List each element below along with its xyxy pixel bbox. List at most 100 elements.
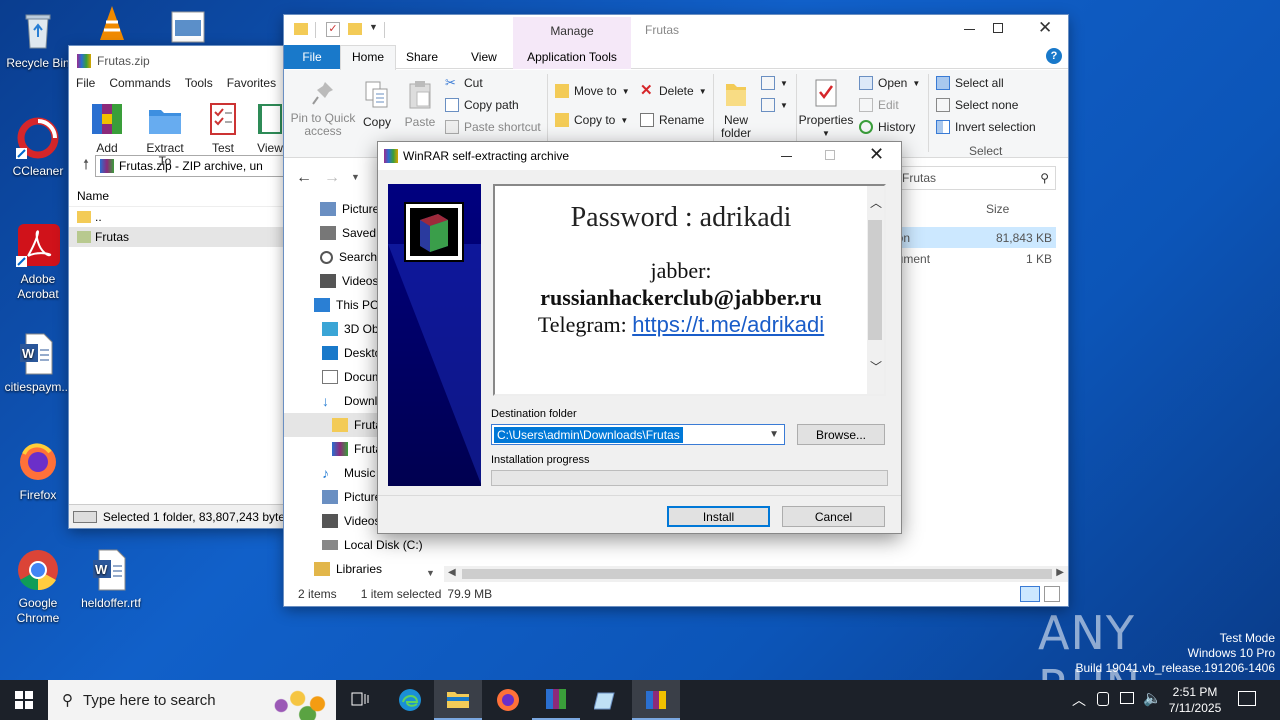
scroll-right-icon[interactable]: ▶	[1056, 567, 1064, 578]
properties-button[interactable]: Properties ▼	[798, 78, 854, 140]
winrar-titlebar[interactable]: Frutas.zip	[69, 46, 285, 76]
menu-file[interactable]: File	[76, 76, 95, 94]
desktop-icon-recycle-bin[interactable]: Recycle Bin	[0, 8, 76, 71]
forward-arrow-icon[interactable]: →	[324, 169, 340, 187]
nav-item-local-disk[interactable]: Local Disk (C:)	[322, 533, 423, 557]
taskbar-search[interactable]: ⚲ Type here to search	[48, 680, 336, 720]
add-button[interactable]: Add	[89, 102, 125, 155]
paste-button[interactable]: Paste	[403, 80, 437, 129]
menu-tools[interactable]: Tools	[185, 76, 213, 94]
large-icons-view-icon[interactable]	[1044, 586, 1060, 602]
cut-button[interactable]: ✂ Cut	[445, 76, 483, 91]
taskbar-winrar[interactable]	[532, 680, 580, 720]
test-button[interactable]: Test	[205, 102, 241, 155]
pin-quick-access-button[interactable]: Pin to Quick access	[290, 80, 356, 138]
start-button[interactable]	[0, 680, 48, 720]
desktop-icon-vlc[interactable]	[74, 2, 150, 50]
nav-item-pictures[interactable]: Pictures	[320, 197, 385, 221]
select-none-button[interactable]: Select none	[936, 98, 1018, 112]
new-folder-quick-icon[interactable]	[348, 23, 362, 35]
task-view-button[interactable]	[336, 680, 384, 720]
menu-commands[interactable]: Commands	[109, 76, 170, 94]
paste-shortcut-button[interactable]: Paste shortcut	[445, 120, 541, 134]
scroll-thumb[interactable]	[868, 220, 882, 340]
tab-application-tools[interactable]: Application Tools	[513, 45, 631, 69]
close-icon[interactable]: ✕	[869, 144, 884, 165]
desktop-icon-citiespaym[interactable]: W citiespaym...	[0, 332, 76, 395]
chevron-down-icon[interactable]: ▼	[426, 568, 435, 578]
copy-button[interactable]: Copy	[362, 80, 392, 129]
copy-path-button[interactable]: Copy path	[445, 98, 519, 112]
table-row[interactable]: ocument 1 KB	[884, 248, 1056, 269]
install-button[interactable]: Install	[667, 506, 770, 527]
easy-access-button[interactable]: ▼	[761, 98, 788, 112]
nav-item-videos-pc[interactable]: Videos	[322, 509, 380, 533]
desktop-icon-firefox[interactable]: Firefox	[0, 440, 76, 503]
comment-scrollbar[interactable]: ︿ ﹀	[867, 186, 884, 394]
table-row[interactable]: ..	[69, 207, 285, 227]
nav-item-libraries[interactable]: Libraries	[314, 557, 382, 581]
table-row[interactable]: Frutas	[69, 227, 285, 247]
select-all-button[interactable]: Select all	[936, 76, 1004, 90]
device-icon[interactable]	[1097, 692, 1109, 706]
details-view-icon[interactable]	[1020, 586, 1040, 602]
chevron-down-icon[interactable]: ▼	[351, 172, 360, 182]
search-box[interactable]: Frutas ⚲	[896, 166, 1056, 190]
scroll-left-icon[interactable]: ◀	[448, 567, 456, 578]
up-arrow-icon[interactable]: 🠕	[83, 154, 89, 178]
help-icon[interactable]: ?	[1046, 48, 1062, 64]
rename-button[interactable]: Rename	[640, 113, 704, 127]
history-button[interactable]: History	[859, 120, 915, 134]
clock[interactable]: 2:51 PM 7/11/2025	[1163, 684, 1227, 716]
open-button[interactable]: Open ▼	[859, 76, 920, 90]
nav-item-videos[interactable]: Videos	[320, 269, 378, 293]
volume-icon[interactable]: 🔈	[1143, 689, 1162, 707]
taskbar-edge[interactable]	[386, 680, 434, 720]
tab-view[interactable]: View	[471, 50, 497, 64]
chevron-down-icon[interactable]: ▼	[769, 429, 779, 440]
invert-selection-button[interactable]: Invert selection	[936, 120, 1036, 134]
extract-to-button[interactable]: Extract To	[139, 102, 191, 168]
desktop-icon-acrobat[interactable]: Adobe Acrobat	[0, 224, 76, 302]
copy-to-button[interactable]: Copy to ▼	[555, 113, 628, 127]
edit-button[interactable]: Edit	[859, 98, 899, 112]
browse-button[interactable]: Browse...	[797, 424, 885, 445]
nav-item-saved[interactable]: Saved	[320, 221, 376, 245]
size-column-header[interactable]: Size	[986, 202, 1009, 216]
minimize-icon[interactable]	[781, 156, 792, 157]
scroll-up-icon[interactable]: ︿	[870, 194, 882, 211]
new-folder-button[interactable]: New folder	[718, 78, 754, 140]
delete-button[interactable]: ✕ Delete ▼	[640, 83, 707, 98]
taskbar-notepad[interactable]	[582, 680, 630, 720]
explorer-titlebar[interactable]: ✓ ▼ Manage Frutas ✕	[284, 15, 1068, 45]
nav-item-music[interactable]: ♪ Music	[322, 461, 375, 485]
taskbar-firefox[interactable]	[484, 680, 532, 720]
notifications-icon[interactable]	[1238, 691, 1256, 706]
chevron-down-icon[interactable]: ▼	[369, 22, 378, 32]
scroll-thumb[interactable]	[462, 569, 1052, 579]
properties-quick-icon[interactable]: ✓	[326, 22, 340, 37]
horizontal-scrollbar[interactable]: ◀ ▶	[444, 566, 1068, 582]
nav-item-searches[interactable]: Search	[320, 245, 377, 269]
desktop-icon-ccleaner[interactable]: CCleaner	[0, 116, 76, 179]
taskbar-sfx[interactable]	[632, 680, 680, 720]
maximize-icon[interactable]	[993, 23, 1003, 33]
back-arrow-icon[interactable]: ←	[296, 169, 312, 187]
view-button[interactable]: View	[253, 102, 287, 155]
menu-favorites[interactable]: Favorites	[227, 76, 276, 94]
telegram-link[interactable]: https://t.me/adrikadi	[632, 312, 824, 337]
taskbar-file-explorer[interactable]	[434, 680, 482, 720]
show-hidden-icons-icon[interactable]: ︿	[1072, 690, 1086, 710]
move-to-button[interactable]: Move to ▼	[555, 84, 630, 98]
table-row[interactable]: ation 81,843 KB	[884, 227, 1056, 248]
desktop-icon-heldoffer[interactable]: W heldoffer.rtf	[73, 548, 149, 611]
tab-file[interactable]: File	[284, 45, 340, 69]
cancel-button[interactable]: Cancel	[782, 506, 885, 527]
sfx-titlebar[interactable]: WinRAR self-extracting archive ✕	[378, 142, 901, 170]
minimize-icon[interactable]	[964, 29, 975, 30]
close-icon[interactable]: ✕	[1038, 18, 1052, 38]
desktop-icon-chrome[interactable]: Google Chrome	[0, 548, 76, 626]
new-item-button[interactable]: ▼	[761, 76, 788, 90]
nav-item-this-pc[interactable]: This PC	[314, 293, 379, 317]
destination-combobox[interactable]: C:\Users\admin\Downloads\Frutas ▼	[491, 424, 785, 445]
